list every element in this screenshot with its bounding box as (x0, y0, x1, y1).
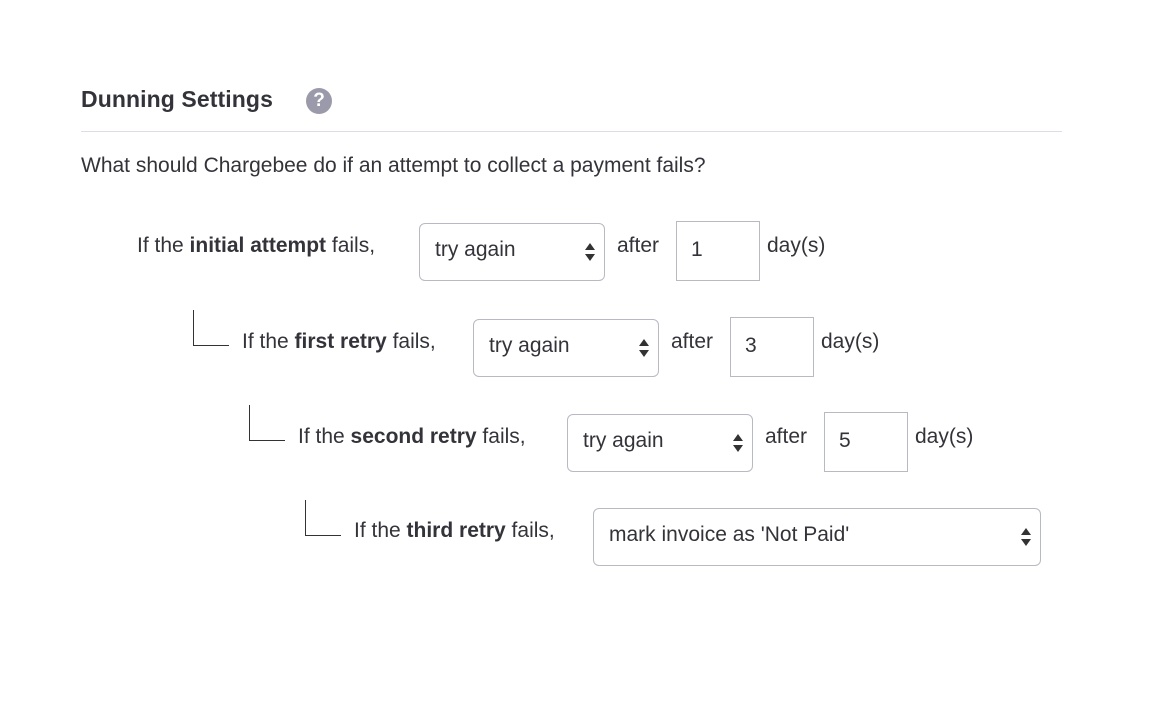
rule-label: If the second retry fails, (298, 425, 526, 449)
action-select[interactable]: try again (567, 414, 753, 472)
after-label: after (671, 330, 714, 353)
up-down-arrows-icon (585, 243, 595, 261)
final-action-select[interactable]: mark invoice as 'Not Paid' (593, 508, 1041, 566)
rule-prefix: If the (242, 330, 295, 353)
days-label: day(s) (821, 330, 880, 353)
page-title: Dunning Settings (81, 86, 273, 112)
action-select[interactable]: try again (473, 319, 659, 377)
after-label: after (765, 425, 808, 448)
days-input[interactable] (825, 413, 909, 469)
up-down-arrows-icon (639, 339, 649, 357)
action-select-value: try again (489, 334, 570, 357)
action-select-value: try again (583, 429, 664, 452)
days-label: day(s) (767, 234, 826, 257)
days-input-box (730, 317, 815, 377)
rule-emphasis: second retry (350, 425, 477, 448)
rule-first-retry: If the first retry fails, try again afte… (0, 317, 1152, 379)
action-select[interactable]: try again (419, 223, 605, 281)
rule-label: If the first retry fails, (242, 330, 436, 354)
up-down-arrows-icon (733, 434, 743, 452)
after-label: after (617, 234, 660, 257)
days-input[interactable] (731, 318, 815, 374)
action-select-value: mark invoice as 'Not Paid' (609, 523, 850, 546)
up-down-arrows-icon (1021, 528, 1031, 546)
rule-suffix: fails, (386, 330, 436, 353)
rule-suffix: fails, (476, 425, 526, 448)
days-label: day(s) (915, 425, 974, 448)
rule-prefix: If the (137, 234, 190, 257)
rule-emphasis: first retry (294, 330, 387, 353)
intro-text: What should Chargebee do if an attempt t… (81, 154, 706, 177)
rule-prefix: If the (354, 519, 407, 542)
rule-suffix: fails, (326, 234, 376, 257)
days-input-box (676, 221, 761, 281)
rule-third-retry: If the third retry fails, mark invoice a… (0, 508, 1152, 568)
rule-label: If the third retry fails, (354, 519, 555, 543)
section-header: Dunning Settings ? (81, 82, 1062, 132)
question-circle-icon[interactable]: ? (306, 88, 332, 114)
rule-suffix: fails, (505, 519, 555, 542)
rule-prefix: If the (298, 425, 351, 448)
days-input-box (824, 412, 909, 472)
rule-initial-attempt: If the initial attempt fails, try again … (0, 221, 1152, 283)
days-input[interactable] (677, 222, 761, 278)
rule-emphasis: third retry (406, 519, 506, 542)
action-select-value: try again (435, 238, 516, 261)
rule-emphasis: initial attempt (189, 234, 327, 257)
rule-label: If the initial attempt fails, (137, 234, 375, 258)
rule-second-retry: If the second retry fails, try again aft… (0, 412, 1152, 474)
